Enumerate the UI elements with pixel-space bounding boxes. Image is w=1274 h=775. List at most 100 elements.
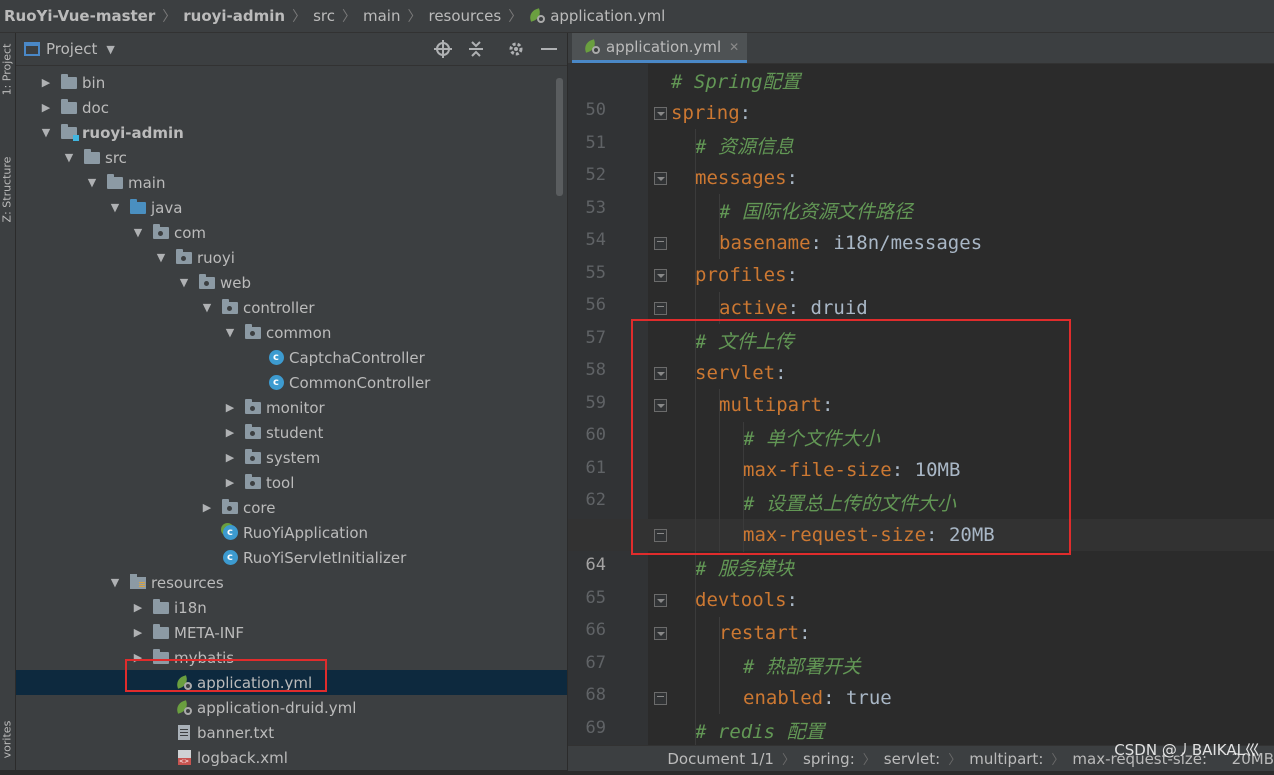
tree-item-system[interactable]: ▶ system [16, 445, 567, 470]
chevron-down-icon[interactable]: ▼ [86, 176, 98, 189]
code-line[interactable]: messages: [568, 162, 1274, 194]
project-panel-icon [24, 42, 40, 56]
tree-item-ruoyi[interactable]: ▼ ruoyi [16, 245, 567, 270]
tree-item-ruoyi-admin[interactable]: ▼ ruoyi-admin [16, 120, 567, 145]
breadcrumb-item[interactable]: src [309, 7, 339, 25]
yaml-key: profiles [695, 264, 787, 286]
breadcrumb-item[interactable]: application.yml [525, 7, 669, 25]
code-line[interactable]: spring: [568, 97, 1274, 129]
chevron-down-icon[interactable]: ▼ [40, 126, 52, 139]
project-side-tab[interactable]: 1: Project [1, 35, 14, 105]
fold-collapse-icon[interactable] [654, 269, 667, 282]
fold-collapse-icon[interactable] [654, 626, 667, 640]
code-line[interactable]: restart: [568, 617, 1274, 649]
code-line[interactable]: devtools: [568, 584, 1274, 616]
locate-target-icon[interactable] [431, 37, 455, 61]
favorites-side-tab[interactable]: vorites [1, 705, 14, 775]
tree-item-label: ruoyi-admin [82, 123, 184, 142]
tree-item-commoncontroller[interactable]: c CommonController [16, 370, 567, 395]
code-line[interactable]: # 服务模块 [568, 552, 1274, 584]
code-highlight-box [631, 319, 1071, 555]
chevron-right-icon[interactable]: ▶ [224, 451, 236, 464]
yaml-key: spring [671, 101, 740, 124]
chevron-down-icon[interactable]: ▼ [63, 151, 75, 164]
chevron-down-icon[interactable]: ▼ [106, 43, 114, 56]
status-item[interactable]: spring: [803, 750, 855, 768]
tree-item-tool[interactable]: ▶ tool [16, 470, 567, 495]
chevron-down-icon[interactable]: ▼ [109, 201, 121, 214]
breadcrumb-item[interactable]: ruoyi-admin [179, 7, 289, 25]
code-line[interactable]: enabled: true [568, 682, 1274, 714]
code-line[interactable]: basename: i18n/messages [568, 227, 1274, 259]
chevron-down-icon[interactable]: ▼ [132, 226, 144, 239]
tree-item-label: core [243, 498, 276, 517]
tree-item-main[interactable]: ▼ main [16, 170, 567, 195]
chevron-right-icon[interactable]: ▶ [201, 501, 213, 514]
status-item[interactable]: servlet: [884, 750, 940, 768]
tree-item-common[interactable]: ▼ common [16, 320, 567, 345]
tree-item-label: src [105, 148, 127, 167]
tree-item-captchacontroller[interactable]: c CaptchaController [16, 345, 567, 370]
fold-collapse-icon[interactable] [654, 106, 667, 120]
code-line[interactable]: # 资源信息 [568, 129, 1274, 161]
tree-item-banner-txt[interactable]: banner.txt [16, 720, 567, 745]
code-line[interactable]: # 热部署开关 [568, 649, 1274, 681]
fold-end-icon[interactable] [654, 301, 667, 315]
folder-icon [83, 148, 101, 166]
gear-icon[interactable] [504, 37, 528, 61]
chevron-right-icon[interactable]: ▶ [132, 626, 144, 639]
tree-item-resources[interactable]: ▼ resources [16, 570, 567, 595]
tree-highlight-box [125, 659, 327, 692]
structure-side-tab[interactable]: Z: Structure [1, 155, 14, 225]
tree-item-logback-xml[interactable]: logback.xml [16, 745, 567, 770]
fold-collapse-icon[interactable] [654, 594, 667, 607]
chevron-right-icon[interactable]: ▶ [224, 401, 236, 414]
tree-item-student[interactable]: ▶ student [16, 420, 567, 445]
tree-item-java[interactable]: ▼ java [16, 195, 567, 220]
yaml-comment: # redis 配置 [695, 720, 825, 743]
tree-item-application-druid-yml[interactable]: application-druid.yml [16, 695, 567, 720]
chevron-right-icon[interactable]: ▶ [40, 101, 52, 114]
status-item[interactable]: multipart: [969, 750, 1043, 768]
left-tool-strip: 1: Project Z: Structure vorites [0, 33, 16, 770]
breadcrumb-item[interactable]: main [359, 7, 404, 25]
tree-item-ruoyiservletinitializer[interactable]: c RuoYiServletInitializer [16, 545, 567, 570]
breadcrumb-item[interactable]: RuoYi-Vue-master [0, 7, 159, 25]
code-line[interactable]: # Spring配置 [568, 64, 1274, 96]
tab-application-yml[interactable]: application.yml ✕ [572, 33, 748, 63]
chevron-right-icon[interactable]: ▶ [224, 476, 236, 489]
collapse-all-icon[interactable] [464, 37, 488, 61]
tree-item-web[interactable]: ▼ web [16, 270, 567, 295]
code-line[interactable]: profiles: [568, 259, 1274, 291]
tree-item-com[interactable]: ▼ com [16, 220, 567, 245]
code-line[interactable]: # 国际化资源文件路径 [568, 194, 1274, 226]
chevron-down-icon[interactable]: ▼ [224, 326, 236, 339]
chevron-right-icon[interactable]: ▶ [224, 426, 236, 439]
folder-icon [152, 623, 170, 641]
fold-end-icon[interactable] [654, 691, 667, 705]
chevron-down-icon[interactable]: ▼ [201, 301, 213, 314]
chevron-right-icon[interactable]: ▶ [132, 601, 144, 614]
project-scrollbar[interactable] [556, 78, 563, 196]
tree-item-ruoyiapplication[interactable]: c RuoYiApplication [16, 520, 567, 545]
chevron-down-icon[interactable]: ▼ [155, 251, 167, 264]
tree-item-monitor[interactable]: ▶ monitor [16, 395, 567, 420]
chevron-right-icon[interactable]: ▶ [40, 76, 52, 89]
chevron-down-icon[interactable]: ▼ [109, 576, 121, 589]
tree-item-meta-inf[interactable]: ▶ META-INF [16, 620, 567, 645]
tree-item-i18n[interactable]: ▶ i18n [16, 595, 567, 620]
project-view-selector[interactable]: Project ▼ [24, 40, 115, 58]
minimize-icon[interactable] [537, 37, 561, 61]
close-icon[interactable]: ✕ [729, 40, 739, 54]
fold-collapse-icon[interactable] [654, 171, 667, 185]
tree-item-core[interactable]: ▶ core [16, 495, 567, 520]
chevron-down-icon[interactable]: ▼ [178, 276, 190, 289]
tree-item-doc[interactable]: ▶ doc [16, 95, 567, 120]
tree-item-bin[interactable]: ▶ bin [16, 70, 567, 95]
breadcrumb-item[interactable]: resources [424, 7, 505, 25]
tree-item-src[interactable]: ▼ src [16, 145, 567, 170]
status-item[interactable]: Document 1/1 [667, 750, 774, 768]
fold-end-icon[interactable] [654, 236, 667, 250]
tree-item-controller[interactable]: ▼ controller [16, 295, 567, 320]
